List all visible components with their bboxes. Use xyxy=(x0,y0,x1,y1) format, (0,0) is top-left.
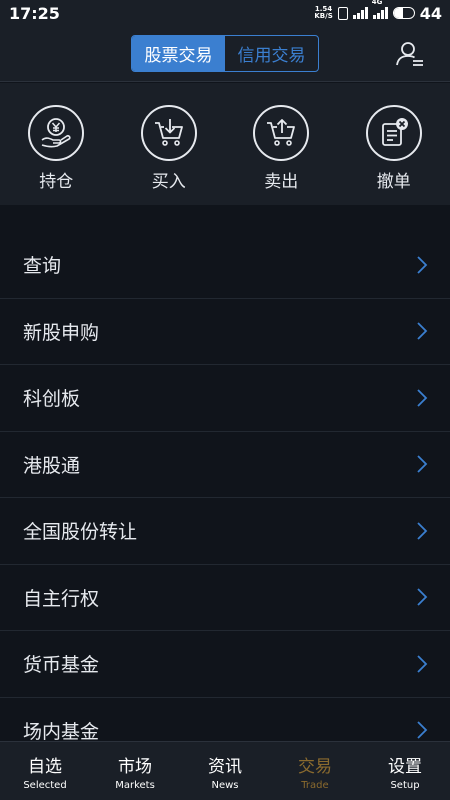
nav-label-en: Markets xyxy=(115,779,155,791)
chevron-right-icon xyxy=(417,655,428,673)
menu-item-ipo-subscription[interactable]: 新股申购 xyxy=(0,299,450,365)
trade-type-segmented-control: 股票交易 信用交易 xyxy=(131,35,319,72)
action-label-buy: 买入 xyxy=(151,172,186,192)
nav-news[interactable]: 资讯 News xyxy=(180,742,270,800)
status-icons: 1.54 KB/S 4G 44 xyxy=(314,0,442,23)
menu-item-star-market[interactable]: 科创板 xyxy=(0,365,450,432)
net-speed: 1.54 KB/S xyxy=(314,6,332,20)
menu-item-label: 全国股份转让 xyxy=(23,521,138,544)
chevron-right-icon xyxy=(417,322,428,340)
trade-menu-list: 查询 新股申购 科创板 港股通 全国股份转让 自主行权 货币基金 场内基金 xyxy=(0,232,450,764)
nav-label-en: News xyxy=(211,779,239,791)
wifi-signal-icon xyxy=(352,7,368,19)
vibrate-icon xyxy=(337,6,348,20)
chevron-right-icon xyxy=(417,522,428,540)
menu-item-label: 货币基金 xyxy=(23,654,100,677)
menu-item-neeq-transfer[interactable]: 全国股份转让 xyxy=(0,498,450,565)
nav-trade[interactable]: 交易 Trade xyxy=(270,742,360,800)
user-settings-icon[interactable] xyxy=(395,40,425,68)
tab-credit-trading[interactable]: 信用交易 xyxy=(225,36,318,71)
status-bar: 17:25 1.54 KB/S 4G 44 xyxy=(0,0,450,26)
menu-item-money-fund[interactable]: 货币基金 xyxy=(0,631,450,698)
bottom-nav: 自选 Selected 市场 Markets 资讯 News 交易 Trade … xyxy=(0,741,450,800)
menu-item-label: 港股通 xyxy=(23,454,81,477)
nav-label-zh: 自选 xyxy=(28,756,62,777)
cell-signal-icon: 4G xyxy=(372,0,388,19)
chevron-right-icon xyxy=(417,389,428,407)
nav-label-en: Setup xyxy=(390,779,420,791)
menu-item-label: 自主行权 xyxy=(23,587,100,610)
nav-label-zh: 资讯 xyxy=(208,756,242,777)
battery-icon xyxy=(392,7,415,19)
menu-item-label: 场内基金 xyxy=(23,720,100,743)
cancel-order-icon xyxy=(365,105,422,161)
nav-selected[interactable]: 自选 Selected xyxy=(0,742,90,800)
chevron-right-icon xyxy=(417,455,428,473)
action-cancel-order[interactable]: 撤单 xyxy=(338,83,450,205)
menu-item-hk-connect[interactable]: 港股通 xyxy=(0,432,450,498)
action-label-holdings: 持仓 xyxy=(39,172,74,192)
menu-item-label: 新股申购 xyxy=(23,321,100,344)
battery-percent: 44 xyxy=(419,3,442,23)
quick-actions: 持仓 买入 卖出 撤单 xyxy=(0,83,450,205)
nav-label-en: Selected xyxy=(23,779,67,791)
network-label: 4G xyxy=(371,0,383,6)
nav-markets[interactable]: 市场 Markets xyxy=(90,742,180,800)
nav-setup[interactable]: 设置 Setup xyxy=(360,742,450,800)
action-sell[interactable]: 卖出 xyxy=(225,83,337,205)
nav-label-zh: 交易 xyxy=(298,756,332,777)
cart-in-icon xyxy=(140,105,197,161)
chevron-right-icon xyxy=(417,721,428,739)
cart-out-icon xyxy=(253,105,310,161)
status-time: 17:25 xyxy=(9,3,60,23)
menu-item-query[interactable]: 查询 xyxy=(0,232,450,299)
chevron-right-icon xyxy=(417,588,428,606)
yuan-hand-icon xyxy=(28,105,85,161)
action-label-cancel-order: 撤单 xyxy=(376,172,411,192)
action-holdings[interactable]: 持仓 xyxy=(0,83,112,205)
action-buy[interactable]: 买入 xyxy=(113,83,225,205)
menu-item-label: 查询 xyxy=(23,255,62,278)
nav-label-zh: 设置 xyxy=(388,756,422,777)
nav-label-zh: 市场 xyxy=(118,756,152,777)
nav-label-en: Trade xyxy=(301,779,329,791)
chevron-right-icon xyxy=(417,256,428,274)
action-label-sell: 卖出 xyxy=(264,172,299,192)
tab-stock-trading[interactable]: 股票交易 xyxy=(132,36,225,71)
net-speed-unit: KB/S xyxy=(314,12,333,20)
menu-item-self-exercise[interactable]: 自主行权 xyxy=(0,565,450,631)
menu-item-label: 科创板 xyxy=(23,388,81,411)
header: 股票交易 信用交易 xyxy=(0,26,450,82)
